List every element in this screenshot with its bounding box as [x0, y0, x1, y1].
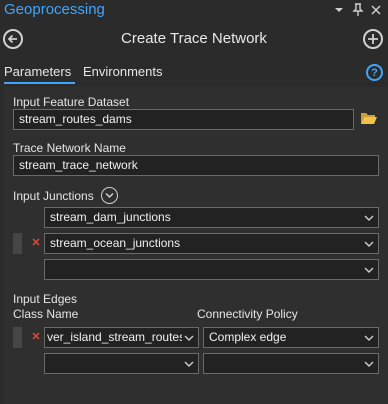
- connectivity-policy-column-header: Connectivity Policy: [197, 307, 298, 321]
- close-icon[interactable]: ✕: [31, 236, 41, 249]
- edge-policy-dropdown-1[interactable]: Complex edge: [203, 327, 379, 348]
- chevron-down-icon: [184, 361, 194, 367]
- edge-class-value-1: ver_island_stream_routes: [47, 330, 182, 344]
- input-junctions-label: Input Junctions: [13, 189, 94, 203]
- folder-icon[interactable]: [360, 110, 378, 128]
- input-edges-label: Input Edges: [13, 292, 78, 306]
- junction-dropdown-2[interactable]: stream_ocean_junctions: [44, 233, 379, 254]
- active-tab-indicator: [4, 82, 75, 84]
- help-icon[interactable]: ?: [366, 64, 383, 81]
- pane-title: Geoprocessing: [4, 1, 105, 18]
- edge-policy-dropdown-2[interactable]: [203, 353, 379, 374]
- chevron-down-icon: [364, 267, 374, 273]
- tab-parameters[interactable]: Parameters: [4, 64, 71, 79]
- chevron-down-icon: [364, 335, 374, 341]
- junction-value-1: stream_dam_junctions: [50, 210, 171, 224]
- close-icon[interactable]: ✕: [31, 330, 41, 343]
- chevron-down-icon: [364, 361, 374, 367]
- network-name-label: Trace Network Name: [13, 141, 126, 155]
- options-dropdown-icon[interactable]: [331, 2, 347, 18]
- edge-class-dropdown-1[interactable]: ver_island_stream_routes: [44, 327, 199, 348]
- junctions-collapse-toggle[interactable]: [101, 187, 118, 204]
- edge-policy-value-1: Complex edge: [209, 330, 287, 344]
- chevron-down-icon: [184, 335, 194, 341]
- network-name-field[interactable]: stream_trace_network: [13, 155, 379, 176]
- tool-title: Create Trace Network: [121, 30, 267, 47]
- junction-dropdown-3[interactable]: [44, 259, 379, 280]
- input-dataset-label: Input Feature Dataset: [13, 95, 130, 109]
- tab-environments[interactable]: Environments: [83, 64, 162, 79]
- input-dataset-field[interactable]: stream_routes_dams: [13, 109, 354, 130]
- junction-value-2: stream_ocean_junctions: [50, 236, 181, 250]
- junction-dropdown-1[interactable]: stream_dam_junctions: [44, 207, 379, 228]
- chevron-down-icon: [364, 241, 374, 247]
- class-name-column-header: Class Name: [13, 307, 79, 321]
- add-button[interactable]: [363, 29, 383, 49]
- close-pane-icon[interactable]: [368, 2, 384, 18]
- chevron-down-icon: [364, 215, 374, 221]
- chevron-down-icon: [105, 192, 114, 199]
- add-icon: [368, 34, 378, 44]
- row-drag-handle[interactable]: [13, 327, 22, 348]
- edge-class-dropdown-2[interactable]: [44, 353, 199, 374]
- pin-icon[interactable]: [350, 2, 366, 18]
- row-drag-handle[interactable]: [13, 233, 22, 254]
